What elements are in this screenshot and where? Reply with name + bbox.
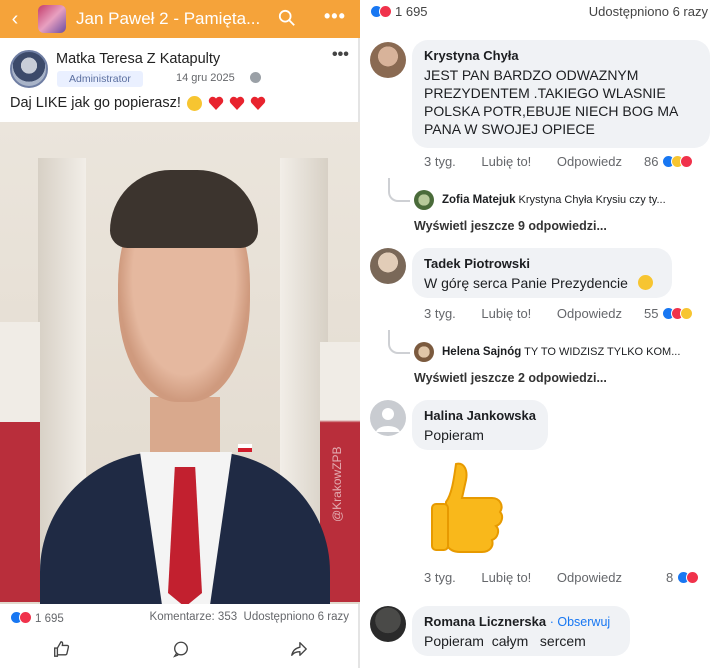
ellipsis-icon[interactable]: ••• xyxy=(324,6,346,27)
reply-thread-line xyxy=(388,178,410,202)
globe-icon xyxy=(250,72,261,83)
comment-text: Popieram całym sercem xyxy=(424,633,586,649)
love-reaction-icon xyxy=(19,611,32,624)
reply-preview[interactable]: Helena Sajnóg TY TO WIDZISZ TYLKO KOM... xyxy=(442,346,718,358)
heart-emoji-icon xyxy=(250,96,266,110)
like-button[interactable]: Lubię to! xyxy=(481,570,531,585)
avatar[interactable] xyxy=(370,400,406,436)
comment-reactions[interactable]: 86 xyxy=(644,154,694,169)
avatar[interactable] xyxy=(414,342,434,362)
comment-bubble: Krystyna Chyła JEST PAN BARDZO ODWAZNYM … xyxy=(412,40,710,148)
post-author[interactable]: Matka Teresa Z Katapulty xyxy=(56,51,220,67)
comment-author[interactable]: Tadek Piotrowski xyxy=(424,256,660,271)
reply-button[interactable]: Odpowiedz xyxy=(557,154,622,169)
reply-button[interactable]: Odpowiedz xyxy=(557,306,622,321)
watermark: @KrakowZPB xyxy=(330,446,344,522)
admin-badge: Administrator xyxy=(57,71,143,87)
comment-icon[interactable] xyxy=(172,640,190,658)
post-text: Daj LIKE jak go popierasz! xyxy=(10,95,181,111)
view-more-replies[interactable]: Wyświetl jeszcze 9 odpowiedzi... xyxy=(414,219,607,233)
comment-time[interactable]: 3 tyg. xyxy=(424,306,456,321)
heart-emoji-icon xyxy=(229,96,245,110)
comment-author[interactable]: Halina Jankowska xyxy=(424,408,536,423)
comment-meta: 3 tyg. Lubię to! Odpowiedz xyxy=(424,154,622,169)
portrait-hair xyxy=(110,170,258,248)
avatar[interactable] xyxy=(414,190,434,210)
like-icon[interactable] xyxy=(52,640,70,658)
post-text-row: Daj LIKE jak go popierasz! xyxy=(10,95,266,111)
comment-time[interactable]: 3 tyg. xyxy=(424,570,456,585)
comment-bubble: Halina Jankowska Popieram xyxy=(412,400,548,450)
avatar[interactable] xyxy=(370,606,406,642)
reaction-count: 8 xyxy=(666,570,674,585)
view-more-replies[interactable]: Wyświetl jeszcze 2 odpowiedzi... xyxy=(414,371,607,385)
love-reaction-icon xyxy=(680,155,694,168)
post-stats: 1 695 Komentarze: 353 Udostępniono 6 raz… xyxy=(10,611,355,629)
comment-author[interactable]: Romana Licznerska xyxy=(424,614,546,629)
smile-emoji-icon xyxy=(637,275,653,290)
comment-author-row: Romana Licznerska · Obserwuj xyxy=(424,614,618,629)
comment-text-row: W górę serca Panie Prezydencie xyxy=(424,274,660,292)
flag-pin xyxy=(238,444,252,452)
avatar[interactable] xyxy=(370,42,406,78)
comment-text: JEST PAN BARDZO ODWAZNYM PREZYDENTEM .TA… xyxy=(424,67,678,137)
like-button[interactable]: Lubię to! xyxy=(481,306,531,321)
follow-button[interactable]: · Obserwuj xyxy=(550,615,610,629)
reply-text: TY TO WIDZISZ TYLKO KOM... xyxy=(524,346,681,358)
love-reaction-icon xyxy=(379,5,392,18)
flag-red xyxy=(0,422,40,602)
reactions-count[interactable]: 1 695 xyxy=(395,4,428,19)
comment-author[interactable]: Krystyna Chyła xyxy=(424,48,698,63)
reply-thread-line xyxy=(388,330,410,354)
shares-count[interactable]: Udostępniono 6 razy xyxy=(244,611,349,623)
post-header: Matka Teresa Z Katapulty Administrator 1… xyxy=(10,46,355,92)
reaction-count: 86 xyxy=(644,154,659,169)
comment-meta: 3 tyg. Lubię to! Odpowiedz xyxy=(424,570,622,585)
follow-label: Obserwuj xyxy=(557,615,611,629)
comment-time[interactable]: 3 tyg. xyxy=(424,154,456,169)
reply-preview[interactable]: Zofia Matejuk Krystyna Chyła Krysiu czy … xyxy=(442,194,718,206)
flag-white xyxy=(0,322,40,422)
comment-bubble: Tadek Piotrowski W górę serca Panie Prez… xyxy=(412,248,672,298)
share-icon[interactable] xyxy=(290,640,308,658)
reaction-count: 55 xyxy=(644,306,659,321)
like-button[interactable]: Lubię to! xyxy=(481,154,531,169)
reply-author: Helena Sajnóg xyxy=(442,346,522,358)
comment-meta: 3 tyg. Lubię to! Odpowiedz xyxy=(424,306,622,321)
post-more-icon[interactable]: ••• xyxy=(332,46,349,64)
comment-text: W górę serca Panie Prezydencie xyxy=(424,275,628,291)
reply-text: Krystyna Chyła Krysiu czy ty... xyxy=(518,194,666,206)
reply-button[interactable]: Odpowiedz xyxy=(557,570,622,585)
comment-reactions[interactable]: 8 xyxy=(666,570,699,585)
comment-text: Popieram xyxy=(424,427,484,443)
shares-count[interactable]: Udostępniono 6 razy xyxy=(589,4,708,19)
comments-top-stats: 1 695 Udostępniono 6 razy xyxy=(370,4,710,22)
group-header: ‹ Jan Paweł 2 - Pamięta... ••• xyxy=(0,0,360,38)
comments-panel: 1 695 Udostępniono 6 razy Krystyna Chyła… xyxy=(362,0,720,668)
thumbs-up-emoji-icon xyxy=(431,462,504,553)
smile-emoji-icon xyxy=(186,95,202,111)
heart-emoji-icon xyxy=(208,96,224,110)
search-icon[interactable] xyxy=(278,9,296,27)
reply-author: Zofia Matejuk xyxy=(442,194,516,206)
avatar[interactable] xyxy=(370,248,406,284)
comment-reactions[interactable]: 55 xyxy=(644,306,694,321)
haha-reaction-icon xyxy=(680,307,694,320)
reactions-count[interactable]: 1 695 xyxy=(35,613,64,625)
chevron-left-icon[interactable]: ‹ xyxy=(0,8,30,31)
group-title[interactable]: Jan Paweł 2 - Pamięta... xyxy=(76,9,266,29)
post-date[interactable]: 14 gru 2025 xyxy=(176,72,235,84)
comments-count[interactable]: Komentarze: 353 xyxy=(150,611,238,623)
comment-bubble: Romana Licznerska · Obserwuj Popieram ca… xyxy=(412,606,630,656)
group-avatar[interactable] xyxy=(38,5,66,33)
avatar[interactable] xyxy=(10,50,48,88)
post-actions xyxy=(0,636,360,664)
love-reaction-icon xyxy=(685,571,699,584)
post-photo[interactable]: @KrakowZPB xyxy=(0,122,360,604)
left-panel: ‹ Jan Paweł 2 - Pamięta... ••• Matka Ter… xyxy=(0,0,360,668)
